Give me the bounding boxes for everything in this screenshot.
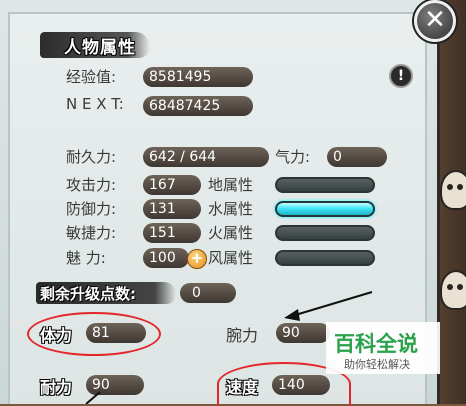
element-label-earth: 地属性 [208, 176, 254, 194]
skull-decoration [440, 170, 466, 210]
element-bar-fire [275, 225, 375, 241]
element-label-fire: 火属性 [208, 224, 254, 242]
defense-value: 131 [143, 199, 201, 219]
remaining-points-value: 0 [180, 283, 236, 303]
panel-title: 人物属性 [64, 38, 136, 58]
element-bar-wind [275, 250, 375, 266]
watermark-logo: 百科全说 [334, 332, 418, 356]
close-button[interactable]: ✕ [414, 0, 456, 42]
skull-decoration [440, 270, 466, 310]
element-bar-water [275, 201, 375, 217]
next-label: N E X T: [66, 95, 124, 113]
endurance-value: 90 [86, 375, 144, 395]
attack-label: 攻击力: [66, 176, 117, 194]
agility-value: 151 [143, 223, 201, 243]
watermark-subtitle: 助你轻松解决 [344, 358, 410, 371]
watermark: 百科全说 助你轻松解决 [326, 322, 440, 374]
strength-value: 90 [276, 323, 330, 343]
charm-label: 魅 力: [66, 249, 106, 267]
add-point-button[interactable]: + [187, 249, 207, 269]
endurance-label: 耐力 [40, 378, 73, 397]
element-bar-earth [275, 177, 375, 193]
element-label-water: 水属性 [208, 200, 254, 218]
defense-label: 防御力: [66, 200, 117, 218]
charm-value: 100 [143, 248, 189, 268]
qi-label: 气力: [275, 148, 311, 166]
durability-value: 642 / 644 [143, 147, 269, 167]
element-label-wind: 风属性 [208, 249, 254, 267]
next-value: 68487425 [143, 96, 253, 116]
qi-value: 0 [327, 147, 387, 167]
highlight-circle-stamina [27, 312, 161, 356]
attack-value: 167 [143, 175, 201, 195]
help-icon[interactable]: ! [389, 64, 413, 88]
agility-label: 敏捷力: [66, 224, 117, 242]
experience-value: 8581495 [143, 67, 253, 87]
experience-label: 经验值: [66, 68, 117, 86]
strength-label: 腕力 [226, 326, 259, 345]
remaining-points-label: 剩余升级点数: [40, 285, 136, 303]
durability-label: 耐久力: [66, 148, 117, 166]
